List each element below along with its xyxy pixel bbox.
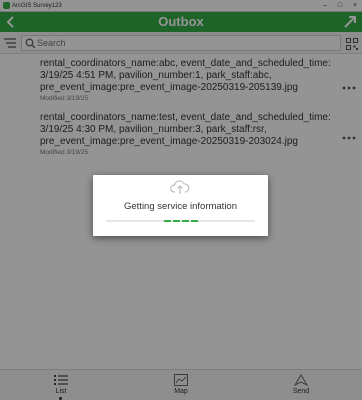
progress-track — [106, 220, 255, 222]
dialog-message: Getting service information — [124, 201, 237, 212]
cloud-upload-icon — [170, 180, 190, 194]
progress-dialog: Getting service information — [93, 175, 268, 236]
progress-segment — [173, 220, 180, 222]
progress-segment — [191, 220, 198, 222]
progress-segment — [164, 220, 171, 222]
progress-segment — [182, 220, 189, 222]
